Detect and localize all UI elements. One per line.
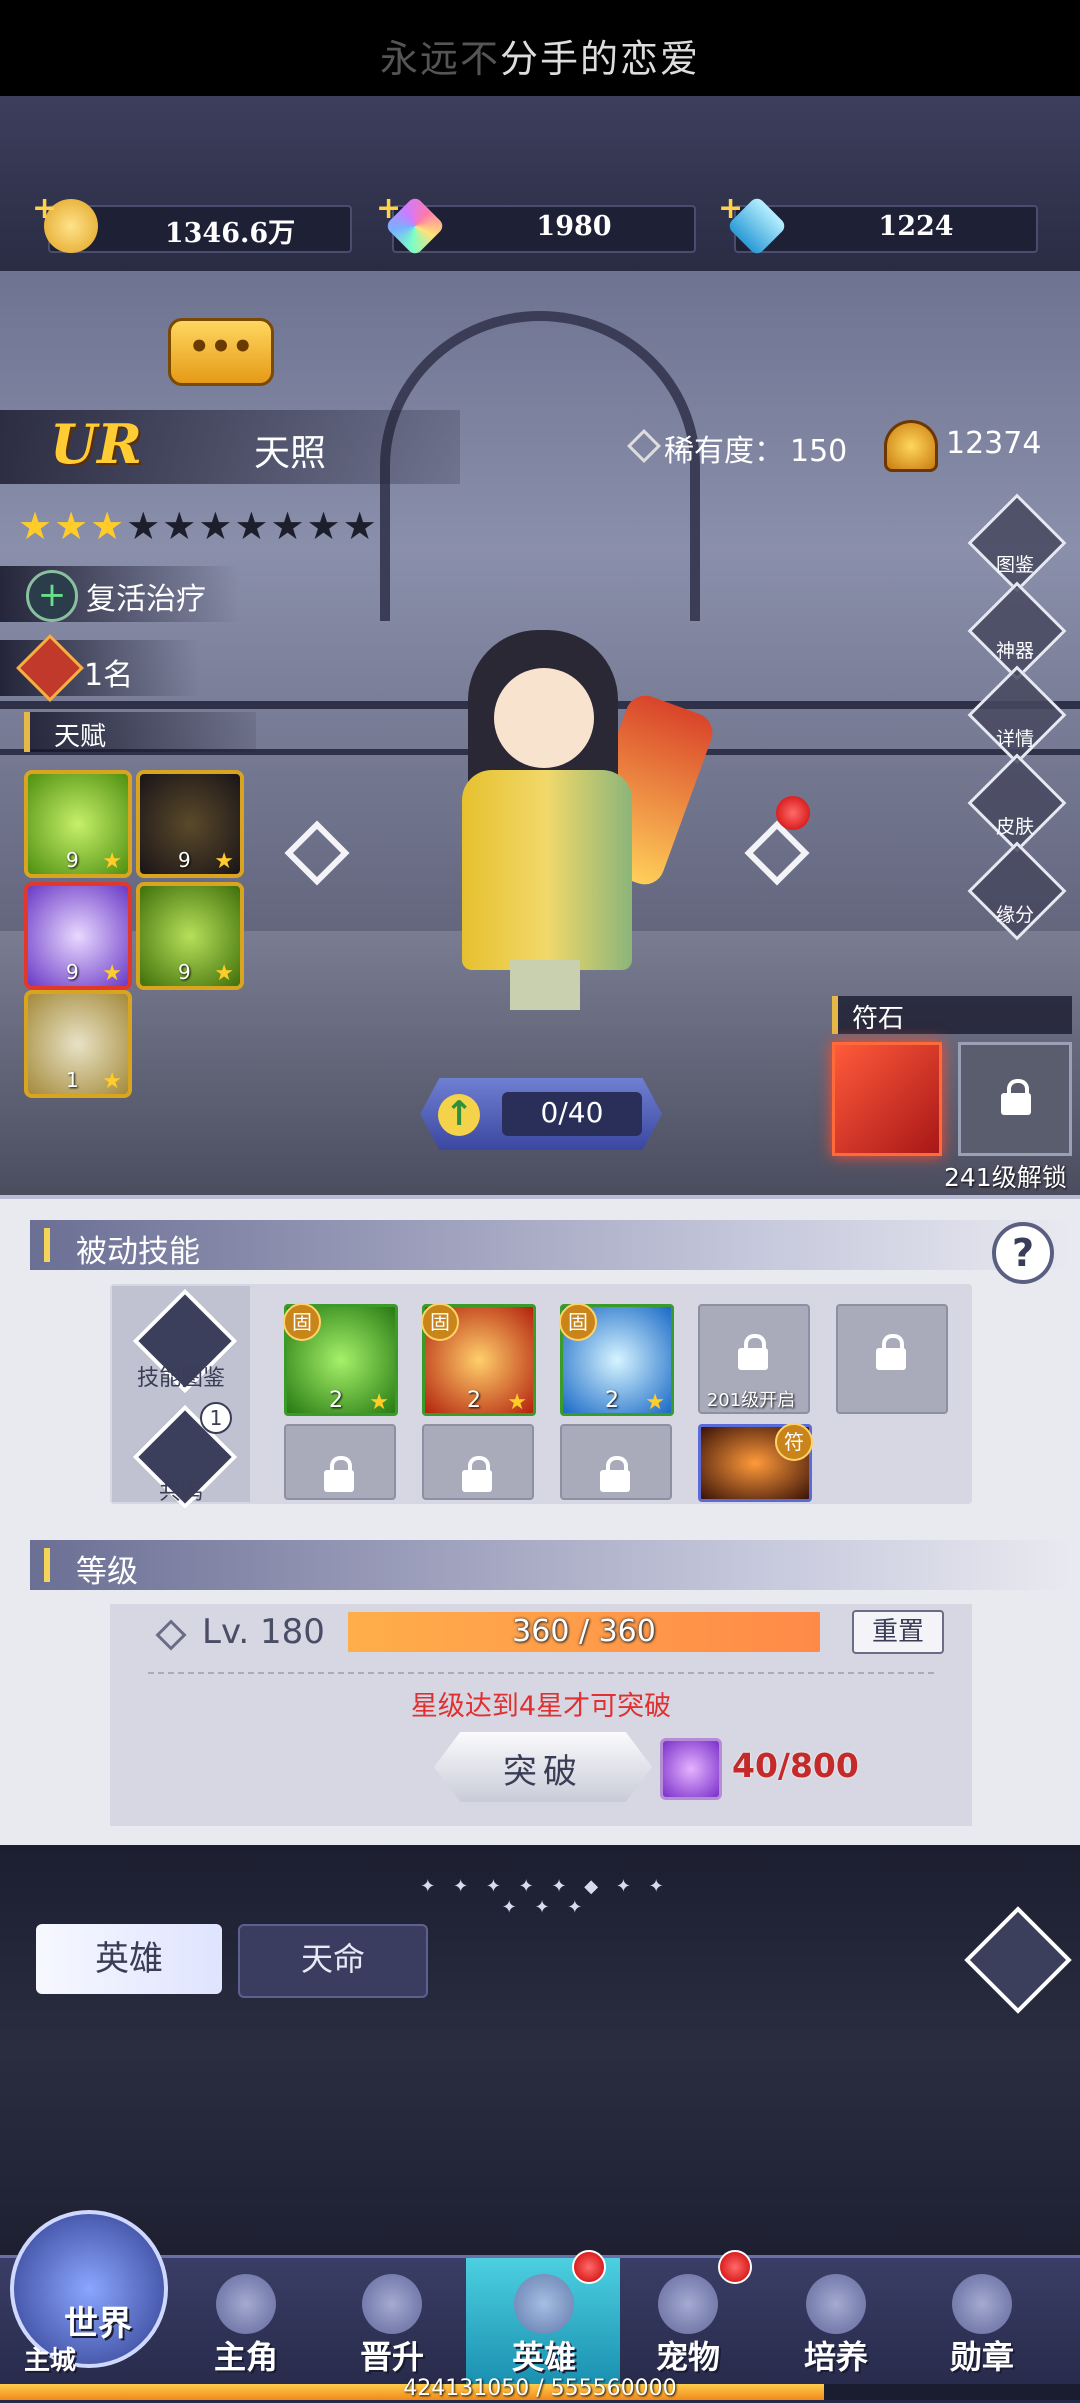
city-label: 主城 <box>24 2346 77 2376</box>
world-label: 世界 <box>64 2304 132 2344</box>
bamboo-leaf-icon[interactable]: 固 2 ★ <box>283 1303 398 1416</box>
star-icon: ★ <box>645 1390 665 1415</box>
green-dragon-icon[interactable]: 9 ★ <box>136 882 244 990</box>
rune-title: 符石 <box>852 1004 905 1034</box>
locked-skill-slot[interactable] <box>422 1424 534 1500</box>
nav-protagonist[interactable]: 主角 <box>176 2258 316 2383</box>
power-value: 12374 <box>946 426 1042 461</box>
passive-header: 被动技能 <box>30 1220 1070 1270</box>
locked-skill-slot[interactable] <box>560 1424 672 1500</box>
star-icon: ★ <box>214 961 234 986</box>
account-exp-text: 424131050 / 555560000 <box>403 2376 677 2401</box>
locked-skill-slot[interactable] <box>836 1304 948 1414</box>
locked-skill-slot[interactable] <box>284 1424 396 1500</box>
hero-legs <box>510 960 580 1010</box>
protagonist-icon <box>216 2274 276 2334</box>
resonance-badge: 1 <box>200 1402 232 1434</box>
notification-dot <box>776 796 810 830</box>
tab-fate[interactable]: 天命 <box>238 1924 428 1998</box>
ornament-divider: ✦ ✦ ✦ ✦ ✦ ◆ ✦ ✦ ✦ ✦ ✦ <box>420 1876 670 1918</box>
nav-pet-dot <box>718 2250 752 2284</box>
exp-value: 0/40 <box>540 1096 604 1129</box>
chat-bubble-icon[interactable]: ••• <box>168 318 274 386</box>
hero-role: 复活治疗 <box>86 582 206 617</box>
hero-body[interactable] <box>462 770 632 970</box>
dark-beast-skill-icon[interactable]: 符 <box>698 1423 813 1502</box>
green-vortex-icon[interactable]: 9 ★ <box>24 770 132 878</box>
dashed-divider <box>148 1672 934 1674</box>
hero-rank: 1名 <box>84 658 134 693</box>
star-icon: ★ <box>369 1390 389 1415</box>
pet-icon <box>658 2274 718 2334</box>
rune-unlock-text: 241级解锁 <box>944 1163 1067 1192</box>
lock-icon <box>738 1334 768 1370</box>
purple-wave-icon[interactable]: 9 ★ <box>24 882 132 990</box>
skill-codex-label: 技能图鉴 <box>136 1366 225 1391</box>
nav-hero-dot <box>572 2250 606 2284</box>
talent-title: 天赋 <box>54 722 107 752</box>
helmet-icon <box>514 2274 574 2334</box>
locked-rune-slot[interactable] <box>958 1042 1072 1156</box>
cultivate-icon <box>806 2274 866 2334</box>
purple-orb-icon <box>660 1738 722 1800</box>
hero-name: 天照 <box>254 433 327 474</box>
ice-arrow-icon[interactable]: 固 2 ★ <box>559 1303 674 1416</box>
orb-count: 40/800 <box>732 1746 859 1785</box>
plus-icon[interactable]: + <box>376 191 401 226</box>
tab-hero[interactable]: 英雄 <box>36 1924 222 1994</box>
fire-sword-icon[interactable]: 固 2 ★ <box>421 1303 536 1416</box>
plus-icon[interactable]: + <box>718 191 743 226</box>
nav-cultivate[interactable]: 培养 <box>766 2258 906 2383</box>
resonance-label: 共鸣 <box>158 1480 203 1505</box>
skin-label: 皮肤 <box>995 816 1034 838</box>
nav-medal[interactable]: 勋章 <box>912 2258 1052 2383</box>
hero-face <box>494 668 594 768</box>
star-icon: ★ <box>102 961 122 986</box>
star-icon: ★ <box>214 849 234 874</box>
breakthrough-label: 突破 <box>503 1752 583 1792</box>
skill-unlock-text: 201级开启 <box>706 1390 796 1411</box>
crown-icon <box>884 420 938 472</box>
star-rating: ★★★★★★★★★★ <box>18 504 379 548</box>
artifact-label: 神器 <box>995 640 1034 662</box>
gold-currency[interactable]: + 1346.6万 <box>32 191 352 253</box>
star-icon: ★ <box>507 1390 527 1415</box>
detail-label: 详情 <box>995 728 1034 750</box>
nav-promote[interactable]: 晋升 <box>322 2258 462 2383</box>
rarity: 稀有度： 150 <box>664 434 848 469</box>
codex-label: 图鉴 <box>995 554 1034 576</box>
white-hood-icon[interactable]: 1 ★ <box>24 990 132 1098</box>
promote-icon <box>362 2274 422 2334</box>
red-rune-icon[interactable] <box>832 1042 942 1156</box>
lock-icon <box>600 1456 630 1492</box>
gem-currency[interactable]: + 1980 <box>376 191 696 257</box>
diamond-value: 1224 <box>878 211 954 242</box>
plus-icon[interactable]: + <box>32 191 57 226</box>
level-progress-text: 360 / 360 <box>512 1614 656 1649</box>
gold-value: 1346.6万 <box>164 218 296 249</box>
lock-icon <box>1001 1079 1031 1115</box>
bond-label: 缘分 <box>995 904 1034 926</box>
breakthrough-warning: 星级达到4星才可突破 <box>410 1691 672 1722</box>
heal-cross-icon: + <box>26 570 78 622</box>
star-icon: ★ <box>102 1069 122 1094</box>
lock-icon <box>324 1456 354 1492</box>
star-icon: ★ <box>102 849 122 874</box>
medal-icon <box>952 2274 1012 2334</box>
shadow-figure-icon[interactable]: 9 ★ <box>136 770 244 878</box>
gem-value: 1980 <box>536 211 612 242</box>
lock-icon <box>876 1334 906 1370</box>
hero-level: Lv. 180 <box>202 1612 325 1652</box>
help-button[interactable]: ? <box>992 1222 1054 1284</box>
upgrade-arrow-icon: ↑ <box>438 1094 480 1136</box>
diamond-currency[interactable]: + 1224 <box>718 191 1038 257</box>
lock-icon <box>462 1456 492 1492</box>
hero-grade: UR <box>50 412 142 476</box>
level-header: 等级 <box>30 1540 1070 1590</box>
reset-button[interactable]: 重置 <box>852 1610 944 1654</box>
song-title: 永远不分手的恋爱 <box>379 37 701 81</box>
